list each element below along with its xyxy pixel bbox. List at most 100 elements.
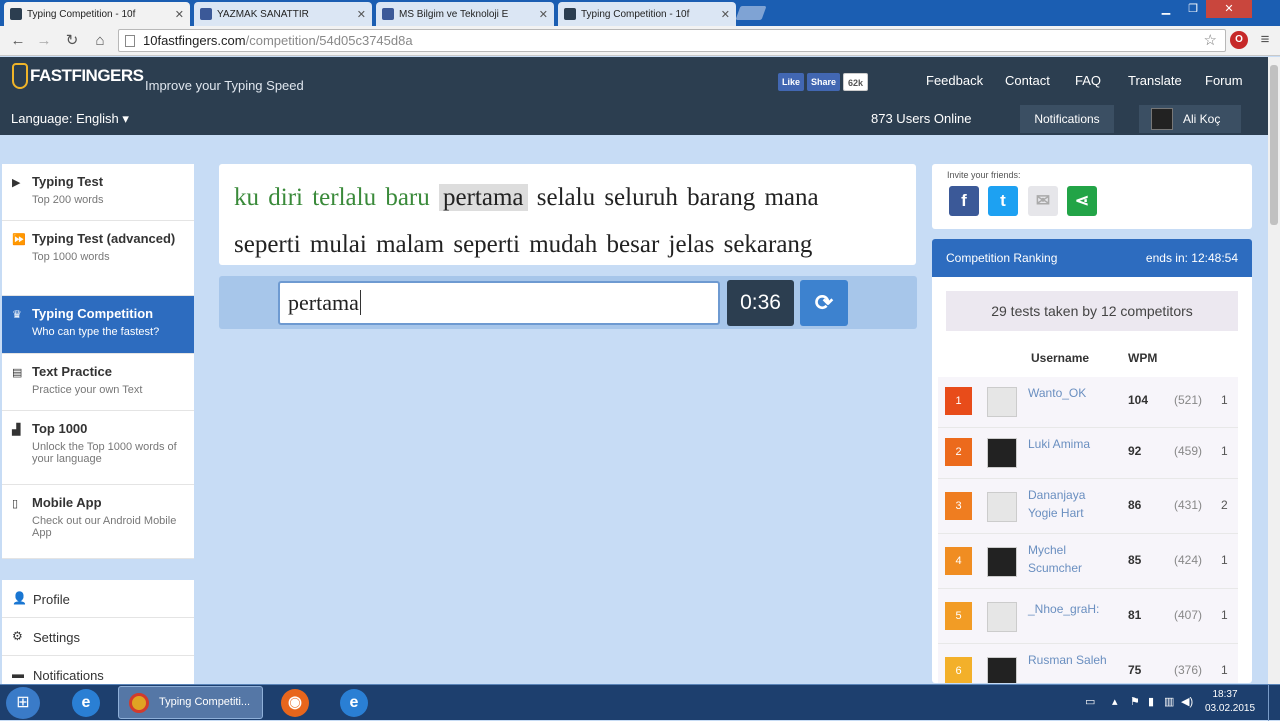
sidebar: ▶ Typing Test Top 200 words ⏩ Typing Tes… [2,164,194,559]
word-display: ku diri terlalu baru pertama selalu selu… [219,164,916,265]
tries-value: 1 [1221,444,1228,458]
action-center-icon[interactable]: ⚑ [1130,695,1140,708]
extension-icon[interactable]: O [1230,31,1248,49]
competitor-name[interactable]: Mychel Scumcher [1028,541,1114,577]
fb-share-button[interactable]: Share [807,73,841,91]
volume-icon[interactable]: ◀) [1181,695,1193,708]
competitor-name[interactable]: Dananjaya Yogie Hart [1028,486,1114,522]
typing-input[interactable]: pertama [278,281,720,325]
user-menu-button[interactable]: Ali Koç [1139,105,1241,133]
firefox-icon[interactable]: ◉ [281,689,309,717]
keystrokes-value: (376) [1174,663,1203,677]
language-selector[interactable]: Language: English ▾ [11,111,129,127]
ranking-row[interactable]: 6 Rusman Saleh 75 (376) 1 [938,644,1238,683]
hand-logo-icon [12,63,28,89]
close-tab-icon[interactable]: ✕ [357,8,366,21]
mobile-icon: ▯ [12,498,19,510]
keystrokes-value: (431) [1174,498,1203,512]
ranking-row[interactable]: 1 Wanto_OK 104 (521) 1 [938,377,1238,428]
fb-like-button[interactable]: Like [778,73,805,91]
notifications-button[interactable]: Notifications [1020,105,1114,133]
input-row: pertama 0:36 ⟳ [219,276,917,329]
users-online: 873 Users Online [871,111,972,126]
rank-badge: 4 [945,547,972,575]
nav-contact[interactable]: Contact [1005,73,1050,88]
address-bar[interactable]: 10fastfingers.com/competition/54d05c3745… [118,29,1226,52]
nav-faq[interactable]: FAQ [1075,73,1101,88]
ranking-row[interactable]: 2 Luki Amima 92 (459) 1 [938,428,1238,479]
sidebar-item-typing-test[interactable]: ▶ Typing Test Top 200 words [2,164,194,221]
browser-menu-icon[interactable]: ≡ [1256,31,1274,49]
nav-feedback[interactable]: Feedback [926,73,983,88]
forward-icon[interactable]: → [34,31,54,51]
twitter-share-icon[interactable]: t [988,186,1018,216]
windows-taskbar: ⊞ e Typing Competiti... ◉ e ▭ ▴ ⚑ ▮ ▥ ◀)… [0,684,1280,721]
sidebar-item-profile[interactable]: 👤 Profile [2,580,194,618]
site-favicon-icon [10,8,22,20]
facebook-share-icon[interactable]: f [949,186,979,216]
facebook-favicon-icon [382,8,394,20]
close-tab-icon[interactable]: ✕ [539,8,548,21]
sidebar-item-typing-test-advanced[interactable]: ⏩ Typing Test (advanced) Top 1000 words [2,221,194,296]
system-clock[interactable]: 18:37 03.02.2015 [1205,688,1255,716]
wpm-value: 81 [1128,608,1142,622]
show-hidden-icons[interactable]: ▴ [1112,695,1118,708]
close-tab-icon[interactable]: ✕ [175,8,184,21]
power-icon[interactable]: ▮ [1148,695,1154,708]
back-icon[interactable]: ← [8,31,28,51]
email-share-icon[interactable]: ✉ [1028,186,1058,216]
keyboard-tray-icon[interactable]: ▭ [1085,695,1095,708]
network-icon[interactable]: ▥ [1164,695,1174,708]
taskbar-chrome-window[interactable]: Typing Competiti... [118,686,263,719]
reload-icon[interactable]: ↻ [62,31,82,51]
rank-badge: 3 [945,492,972,520]
competitor-name[interactable]: Wanto_OK [1028,384,1114,402]
tries-value: 2 [1221,498,1228,512]
avatar [987,602,1017,632]
tab-typing-competition[interactable]: Typing Competition - 10f ✕ [4,2,190,26]
scrollbar-thumb[interactable] [1270,65,1278,225]
sidebar-item-typing-competition[interactable]: ♛ Typing Competition Who can type the fa… [2,296,194,354]
timer: 0:36 [727,280,794,326]
page-scrollbar[interactable] [1268,57,1280,684]
page-icon [125,35,135,47]
bar-chart-icon: ▟ [12,424,21,436]
competitor-name[interactable]: Luki Amima [1028,435,1114,453]
site-logo[interactable]: FASTFINGERS [12,63,144,89]
nav-translate[interactable]: Translate [1128,73,1182,88]
wpm-value: 85 [1128,553,1142,567]
restart-button[interactable]: ⟳ [800,280,848,326]
ranking-row[interactable]: 4 Mychel Scumcher 85 (424) 1 [938,534,1238,589]
sidebar-item-top-1000[interactable]: ▟ Top 1000 Unlock the Top 1000 words of … [2,411,194,485]
wpm-value: 75 [1128,663,1142,677]
refresh-icon: ⟳ [814,290,834,315]
close-tab-icon[interactable]: ✕ [721,8,730,21]
internet-explorer-icon[interactable]: e [72,689,100,717]
new-tab-button[interactable] [735,6,767,20]
close-window-icon[interactable]: ✕ [1206,0,1252,18]
competitor-name[interactable]: _Nhoe_graH: [1028,600,1114,618]
ranking-row[interactable]: 3 Dananjaya Yogie Hart 86 (431) 2 [938,479,1238,534]
nav-forum[interactable]: Forum [1205,73,1243,88]
internet-explorer-icon-2[interactable]: e [340,689,368,717]
sidebar-item-text-practice[interactable]: ▤ Text Practice Practice your own Text [2,354,194,411]
bookmark-star-icon[interactable]: ☆ [1204,30,1217,51]
tries-value: 1 [1221,608,1228,622]
sidebar-item-mobile-app[interactable]: ▯ Mobile App Check out our Android Mobil… [2,485,194,559]
minimize-icon[interactable]: ▁ [1152,0,1180,18]
share-icon[interactable]: ⋖ [1067,186,1097,216]
home-icon[interactable]: ⌂ [90,31,110,51]
keystrokes-value: (424) [1174,553,1203,567]
competitor-name[interactable]: Rusman Saleh [1028,651,1114,669]
tab-yazmak-sanattir[interactable]: YAZMAK SANATTIR ✕ [194,2,372,26]
maximize-icon[interactable]: ❐ [1180,0,1206,18]
rank-badge: 5 [945,602,972,630]
tab-typing-competition-2[interactable]: Typing Competition - 10f ✕ [558,2,736,26]
ranking-row[interactable]: 5 _Nhoe_graH: 81 (407) 1 [938,589,1238,644]
trophy-icon: ♛ [12,309,22,321]
show-desktop-button[interactable] [1268,685,1280,721]
sidebar-item-settings[interactable]: ⚙ Settings [2,618,194,656]
wpm-value: 86 [1128,498,1142,512]
start-button[interactable]: ⊞ [6,687,40,719]
tab-ms-bilgim[interactable]: MS Bilgim ve Teknoloji E ✕ [376,2,554,26]
